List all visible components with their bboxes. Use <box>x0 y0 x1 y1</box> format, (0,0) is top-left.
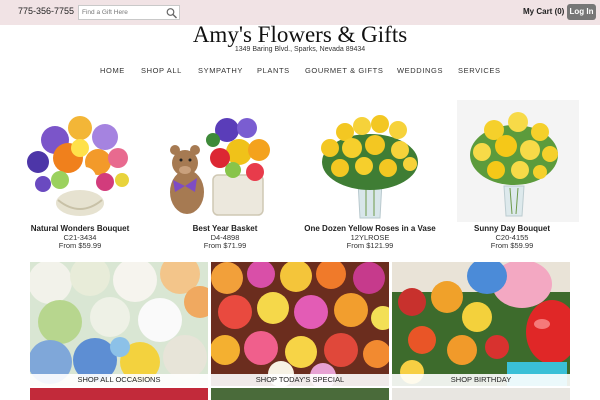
category-label[interactable]: SHOP ALL OCCASIONS <box>30 374 208 386</box>
product-name[interactable]: Sunny Day Bouquet <box>442 224 582 233</box>
product-name[interactable]: Natural Wonders Bouquet <box>10 224 150 233</box>
nav-plants[interactable]: PLANTS <box>257 66 290 75</box>
category-image <box>30 262 208 386</box>
product-price: From $59.99 <box>490 241 534 250</box>
product-image[interactable] <box>10 100 150 222</box>
phone-number[interactable]: 775-356-7755 <box>18 6 74 16</box>
category-tile-partial[interactable] <box>30 388 208 400</box>
category-image <box>392 262 570 386</box>
category-tile-all-occasions[interactable]: SHOP ALL OCCASIONS <box>30 262 208 386</box>
login-button[interactable]: Log In <box>567 4 596 20</box>
category-tile-todays-special[interactable]: SHOP TODAY'S SPECIAL <box>211 262 389 386</box>
product-price: From $59.99 <box>58 241 102 250</box>
nav-sympathy[interactable]: SYMPATHY <box>198 66 243 75</box>
category-tile-partial[interactable] <box>392 388 570 400</box>
category-tile-birthday[interactable]: SHOP BIRTHDAY <box>392 262 570 386</box>
category-image <box>211 262 389 386</box>
nav-gourmet-gifts[interactable]: GOURMET & GIFTS <box>305 66 383 75</box>
search-box[interactable] <box>78 5 180 20</box>
product-name[interactable]: One Dozen Yellow Roses in a Vase <box>300 224 440 233</box>
product-price: From $121.99 <box>346 241 394 250</box>
category-label[interactable]: SHOP BIRTHDAY <box>392 374 570 386</box>
nav-home[interactable]: HOME <box>100 66 125 75</box>
site-title[interactable]: Amy's Flowers & Gifts <box>0 22 600 48</box>
main-nav: HOME SHOP ALL SYMPATHY PLANTS GOURMET & … <box>0 66 600 76</box>
nav-weddings[interactable]: WEDDINGS <box>397 66 443 75</box>
search-input[interactable] <box>79 6 163 19</box>
category-tile-partial[interactable] <box>211 388 389 400</box>
search-icon[interactable] <box>165 7 178 19</box>
product-price: From $71.99 <box>203 241 247 250</box>
product-image[interactable] <box>300 100 440 222</box>
store-address: 1349 Baring Blvd., Sparks, Nevada 89434 <box>234 46 366 53</box>
product-image[interactable] <box>442 100 582 222</box>
cart-link[interactable]: My Cart (0) <box>523 7 564 16</box>
nav-services[interactable]: SERVICES <box>458 66 501 75</box>
product-name[interactable]: Best Year Basket <box>155 224 295 233</box>
category-label[interactable]: SHOP TODAY'S SPECIAL <box>211 374 389 386</box>
product-image[interactable] <box>155 100 295 222</box>
nav-shop-all[interactable]: SHOP ALL <box>141 66 182 75</box>
